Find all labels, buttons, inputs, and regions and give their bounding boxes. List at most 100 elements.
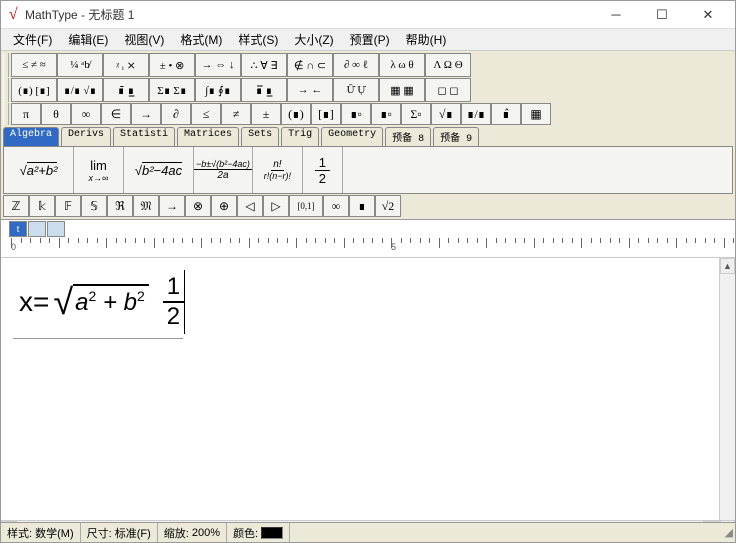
slot-3[interactable] <box>47 221 65 237</box>
tab-sets[interactable]: Sets <box>241 127 279 146</box>
template-pythag[interactable]: √a²+b² <box>4 147 74 193</box>
sym-z[interactable]: ℤ <box>3 195 29 217</box>
tab-statistics[interactable]: Statisti <box>113 127 175 146</box>
template-combination[interactable]: n! r!(n−r)! <box>253 147 303 193</box>
palette-fences[interactable]: (∎) [∎] <box>11 78 57 102</box>
sym-triangle-l[interactable]: ◁ <box>237 195 263 217</box>
template-half[interactable]: 1 2 <box>303 147 343 193</box>
menu-style[interactable]: 样式(S) <box>230 31 286 48</box>
palette-integrals[interactable]: ∫∎ ∮∎ <box>195 78 241 102</box>
close-button[interactable]: ✕ <box>685 1 731 29</box>
sym-partial[interactable]: ∂ <box>161 103 191 125</box>
status-color[interactable]: 颜色: <box>227 523 290 542</box>
tab-matrices[interactable]: Matrices <box>177 127 239 146</box>
tmpl-paren[interactable]: (∎) <box>281 103 311 125</box>
sym-theta[interactable]: θ <box>41 103 71 125</box>
toolbar-grip[interactable] <box>3 103 9 125</box>
template-limit[interactable]: lim x→∞ <box>74 147 124 193</box>
toolbar-grip[interactable] <box>3 53 9 77</box>
palette-set[interactable]: ∉ ∩ ⊂ <box>287 53 333 77</box>
sym-to[interactable]: → <box>159 195 185 217</box>
menu-file[interactable]: 文件(F) <box>5 31 60 48</box>
palette-boxes[interactable]: ◻ ◻ <box>425 78 471 102</box>
sym-sqrt2[interactable]: √2 <box>375 195 401 217</box>
sym-ne[interactable]: ≠ <box>221 103 251 125</box>
sym-le[interactable]: ≤ <box>191 103 221 125</box>
palette-arrows[interactable]: → ⇔ ↓ <box>195 53 241 77</box>
menu-size[interactable]: 大小(Z) <box>286 31 341 48</box>
menu-help[interactable]: 帮助(H) <box>398 31 455 48</box>
sym-pi[interactable]: π <box>11 103 41 125</box>
palette-embellish[interactable]: ᵡ ᵢ ⨯ <box>103 53 149 77</box>
sym-pm[interactable]: ± <box>251 103 281 125</box>
tmpl-sup[interactable]: ∎▫ <box>371 103 401 125</box>
tab-derivs[interactable]: Derivs <box>61 127 111 146</box>
status-zoom[interactable]: 缩放: 200% <box>158 523 227 542</box>
tmpl-sum[interactable]: Σ▫ <box>401 103 431 125</box>
palette-misc[interactable]: ∂ ∞ ℓ <box>333 53 379 77</box>
palette-prods[interactable]: Ū̇ Ụ̇ <box>333 78 379 102</box>
tab-algebra[interactable]: Algebra <box>3 127 59 146</box>
scroll-track[interactable] <box>720 274 735 520</box>
eq-sqrt: √ a2 + b2 <box>53 284 148 320</box>
menu-prefs[interactable]: 预置(P) <box>342 31 398 48</box>
sym-f[interactable]: 𝔽 <box>55 195 81 217</box>
ruler[interactable]: 0 5 <box>1 238 735 258</box>
sym-box[interactable]: ∎ <box>349 195 375 217</box>
palette-label-arrows[interactable]: → ← <box>287 78 333 102</box>
sym-triangle-r[interactable]: ▷ <box>263 195 289 217</box>
palette-greek-lower[interactable]: λ ω θ <box>379 53 425 77</box>
toolbar-grip[interactable] <box>3 78 9 102</box>
maximize-button[interactable]: ☐ <box>639 1 685 29</box>
symbol-bar: ℤ 𝕜 𝔽 𝕊 ℜ 𝔐 → ⊗ ⊕ ◁ ▷ [0,1] ∞ ∎ √2 <box>3 195 733 217</box>
text-cursor <box>184 270 185 334</box>
slot-1[interactable]: t <box>9 221 27 237</box>
sym-infty[interactable]: ∞ <box>71 103 101 125</box>
equation-editor[interactable]: x= √ a2 + b2 1 2 ▲ ▼ ◀ ▶ <box>1 258 735 536</box>
palette-underbar[interactable]: ∎̅ ∎̲ <box>241 78 287 102</box>
tmpl-sqrt[interactable]: √∎ <box>431 103 461 125</box>
menu-view[interactable]: 视图(V) <box>116 31 172 48</box>
sym-interval[interactable]: [0,1] <box>289 195 323 217</box>
tmpl-frac[interactable]: ∎/∎ <box>461 103 491 125</box>
color-swatch[interactable] <box>261 527 283 539</box>
sym-otimes[interactable]: ⊗ <box>185 195 211 217</box>
sym-re[interactable]: ℜ <box>107 195 133 217</box>
sym-inf[interactable]: ∞ <box>323 195 349 217</box>
sym-in[interactable]: ∈ <box>101 103 131 125</box>
tab-trig[interactable]: Trig <box>281 127 319 146</box>
sym-k[interactable]: 𝕜 <box>29 195 55 217</box>
palette-greek-upper[interactable]: Λ Ω Θ <box>425 53 471 77</box>
palette-spaces[interactable]: ¼ ᵃb̸ <box>57 53 103 77</box>
menu-format[interactable]: 格式(M) <box>172 31 230 48</box>
resize-grip-icon[interactable]: ◢ <box>719 526 735 539</box>
template-discriminant[interactable]: √b²−4ac <box>124 147 194 193</box>
sym-arrow[interactable]: → <box>131 103 161 125</box>
tab-reserve-8[interactable]: 预备 8 <box>385 127 431 146</box>
palette-relations[interactable]: ≤ ≠ ≈ <box>11 53 57 77</box>
tmpl-hat[interactable]: ∎̂ <box>491 103 521 125</box>
tmpl-sub[interactable]: ∎▫ <box>341 103 371 125</box>
scroll-up-icon[interactable]: ▲ <box>720 258 735 274</box>
palette-sums[interactable]: Σ∎ Σ∎ <box>149 78 195 102</box>
menu-edit[interactable]: 编辑(E) <box>60 31 116 48</box>
equation: x= √ a2 + b2 1 2 <box>19 270 185 334</box>
vertical-scrollbar[interactable]: ▲ ▼ <box>719 258 735 536</box>
palette-matrices[interactable]: ▦ ▦ <box>379 78 425 102</box>
tab-geometry[interactable]: Geometry <box>321 127 383 146</box>
tmpl-matrix[interactable]: ▦ <box>521 103 551 125</box>
status-size[interactable]: 尺寸: 标准(F) <box>81 523 158 542</box>
template-quadratic[interactable]: −b±√(b²−4ac) 2a <box>194 147 253 193</box>
status-style[interactable]: 样式: 数学(M) <box>1 523 81 542</box>
palette-fractions[interactable]: ∎/∎ √∎ <box>57 78 103 102</box>
tmpl-bracket[interactable]: [∎] <box>311 103 341 125</box>
sym-oplus[interactable]: ⊕ <box>211 195 237 217</box>
tab-reserve-9[interactable]: 预备 9 <box>433 127 479 146</box>
palette-overbar[interactable]: ∎̄ ∎̲ <box>103 78 149 102</box>
palette-operators[interactable]: ± • ⊗ <box>149 53 195 77</box>
sym-s[interactable]: 𝕊 <box>81 195 107 217</box>
palette-logic[interactable]: ∴ ∀ ∃ <box>241 53 287 77</box>
slot-2[interactable] <box>28 221 46 237</box>
sym-m[interactable]: 𝔐 <box>133 195 159 217</box>
minimize-button[interactable]: ─ <box>593 1 639 29</box>
